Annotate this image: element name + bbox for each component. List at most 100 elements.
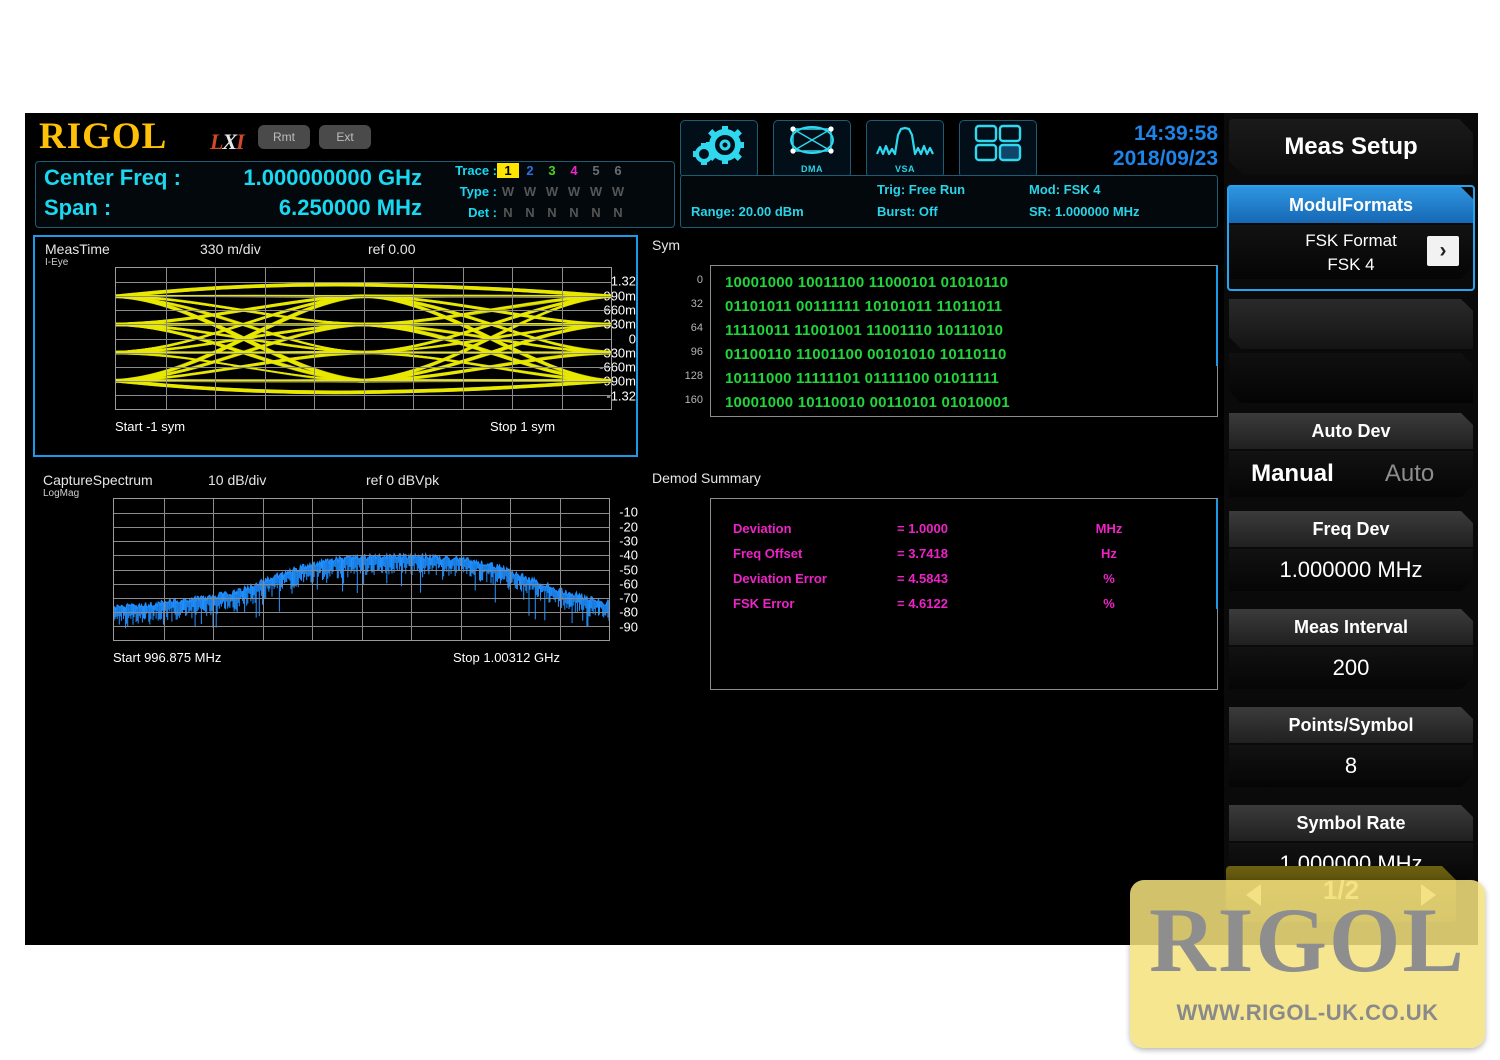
- type-1: W: [501, 184, 515, 199]
- gridline-h: [114, 513, 609, 515]
- demod-metric-name: FSK Error: [733, 596, 795, 611]
- symbol-row-bits: 10001000 10011100 11000101 01010110: [725, 274, 1009, 291]
- demod-panel-title: Demod Summary: [652, 470, 761, 486]
- status-strip: Range: 20.00 dBm Trig: Free Run Burst: O…: [680, 175, 1218, 228]
- type-5: W: [589, 184, 603, 199]
- eye-x-start: Start -1 sym: [115, 419, 186, 434]
- gridline-h: [116, 282, 611, 284]
- symbol-row-index: 0: [696, 274, 703, 286]
- spectrum-panel-scale: 10 dB/div: [208, 472, 267, 488]
- menu-item-meas-interval[interactable]: Meas Interval: [1229, 609, 1473, 645]
- det-label: Det :: [468, 205, 497, 220]
- det-3: N: [547, 205, 557, 220]
- trace-3[interactable]: 3: [541, 163, 563, 178]
- menu-item-modul-formats[interactable]: ModulFormats: [1229, 187, 1473, 223]
- gridline-h: [116, 324, 611, 326]
- menu-item-auto-dev[interactable]: Auto Dev: [1229, 413, 1473, 449]
- menu-item-blank-1[interactable]: [1229, 299, 1473, 349]
- softkey-menu: Meas Setup ModulFormats FSK Format FSK 4…: [1224, 113, 1478, 945]
- det-5: N: [591, 205, 601, 220]
- watermark-url: WWW.RIGOL-UK.CO.UK: [1176, 1000, 1439, 1025]
- eye-diagram-panel[interactable]: MeasTime 330 m/div ref 0.00 I-Eye 1.32 99…: [33, 235, 638, 457]
- spectrum-x-stop: Stop 1.00312 GHz: [453, 650, 560, 665]
- eye-panel-scale: 330 m/div: [200, 241, 261, 257]
- menu-item-fsk-format[interactable]: FSK Format FSK 4 ›: [1229, 225, 1473, 279]
- meas-interval-value[interactable]: 200: [1229, 647, 1473, 689]
- status-range: Range: 20.00 dBm: [691, 204, 804, 219]
- gridline-h: [116, 296, 611, 298]
- center-freq-value: 1.000000000 GHz: [243, 165, 422, 190]
- symbol-row-bits: 10111000 11111101 01111100 01011111: [725, 370, 1000, 387]
- spectrum-panel-ref: ref 0 dBVpk: [366, 472, 440, 488]
- span-label: Span :: [44, 195, 112, 220]
- layout-grid-icon[interactable]: [959, 120, 1037, 178]
- ext-indicator[interactable]: Ext: [319, 125, 371, 149]
- dma-icon[interactable]: DMA: [773, 120, 851, 178]
- trace-label: Trace :: [455, 163, 497, 178]
- eye-x-stop: Stop 1 sym: [490, 419, 556, 434]
- demod-metric-value: = 4.6122: [897, 596, 948, 611]
- det-row: Det :NNNNNN: [443, 205, 629, 224]
- sym-panel-title: Sym: [652, 237, 680, 253]
- status-burst: Burst: Off: [877, 204, 938, 219]
- menu-item-blank-2[interactable]: [1229, 353, 1473, 403]
- demod-metric-unit: %: [1103, 596, 1115, 611]
- dma-icon-caption: DMA: [801, 164, 823, 174]
- symbol-table-panel[interactable]: Sym 0 10001000 10011100 11000101 01010110…: [646, 235, 1224, 457]
- capture-spectrum-panel[interactable]: CaptureSpectrum 10 dB/div ref 0 dBVpk Lo…: [33, 468, 638, 690]
- symbol-row-index: 96: [690, 346, 703, 358]
- type-4: W: [567, 184, 581, 199]
- demod-metric-value: = 4.5843: [897, 571, 948, 586]
- spectrum-plot-area: [113, 498, 610, 641]
- demod-summary-table: Deviation = 1.0000 MHz Freq Offset = 3.7418 H…: [710, 498, 1218, 690]
- gridline-h: [114, 597, 609, 599]
- demod-metric-name: Deviation Error: [733, 571, 827, 586]
- eye-panel-title: MeasTime: [45, 241, 110, 257]
- det-6: N: [613, 205, 623, 220]
- status-trig: Trig: Free Run: [877, 182, 966, 197]
- type-3: W: [545, 184, 559, 199]
- auto-dev-manual[interactable]: Manual: [1234, 451, 1351, 497]
- spectrum-x-start: Start 996.875 MHz: [113, 650, 222, 665]
- demod-metric-value: = 1.0000: [897, 521, 948, 536]
- chevron-right-icon[interactable]: ›: [1427, 236, 1459, 266]
- type-label: Type :: [459, 184, 497, 199]
- eye-panel-ref: ref 0.00: [368, 241, 416, 257]
- gridline-h: [116, 338, 611, 340]
- span-row[interactable]: Span : 6.250000 MHz: [36, 195, 436, 225]
- center-freq-row[interactable]: Center Freq : 1.000000000 GHz: [36, 165, 436, 195]
- auto-dev-toggle[interactable]: Manual Auto: [1229, 451, 1473, 497]
- trace-status-table: Trace :123456 Type :WWWWWW Det :NNNNNN: [443, 161, 675, 228]
- rmt-indicator[interactable]: Rmt: [258, 125, 310, 149]
- symbol-row-bits: 10001000 10110010 00110101 01010001: [725, 394, 1010, 411]
- demod-summary-row: FSK Error = 4.6122%: [711, 596, 1217, 623]
- spectrum-panel-subtitle: LogMag: [43, 488, 80, 499]
- trace-5[interactable]: 5: [585, 163, 607, 178]
- trace-6[interactable]: 6: [607, 163, 629, 178]
- trace-4[interactable]: 4: [563, 163, 585, 178]
- eye-plot-area: [115, 267, 612, 410]
- demod-summary-panel[interactable]: Demod Summary Deviation = 1.0000 MHz Freq O…: [646, 468, 1224, 690]
- gridline-h: [114, 611, 609, 613]
- rigol-logo: RIGOL: [39, 116, 168, 157]
- gridline-h: [114, 541, 609, 543]
- gridline-h: [116, 394, 611, 396]
- settings-gears-icon[interactable]: [680, 120, 758, 178]
- trace-1[interactable]: 1: [497, 163, 519, 178]
- menu-item-symbol-rate[interactable]: Symbol Rate: [1229, 805, 1473, 841]
- trace-2[interactable]: 2: [519, 163, 541, 178]
- demod-metric-unit: Hz: [1101, 546, 1117, 561]
- watermark-logo-text: RIGOL: [1149, 889, 1466, 991]
- points-symbol-value[interactable]: 8: [1229, 745, 1473, 787]
- auto-dev-auto[interactable]: Auto: [1351, 451, 1468, 497]
- demod-metric-unit: MHz: [1095, 521, 1123, 536]
- spectrum-panel-title: CaptureSpectrum: [43, 472, 153, 488]
- gridline-h: [114, 625, 609, 627]
- freq-dev-value[interactable]: 1.000000 MHz: [1229, 549, 1473, 591]
- menu-item-freq-dev[interactable]: Freq Dev: [1229, 511, 1473, 547]
- demod-metric-name: Freq Offset: [733, 546, 803, 561]
- vsa-icon[interactable]: VSA: [866, 120, 944, 178]
- menu-item-points-symbol[interactable]: Points/Symbol: [1229, 707, 1473, 743]
- det-2: N: [525, 205, 535, 220]
- gridline-h: [116, 352, 611, 354]
